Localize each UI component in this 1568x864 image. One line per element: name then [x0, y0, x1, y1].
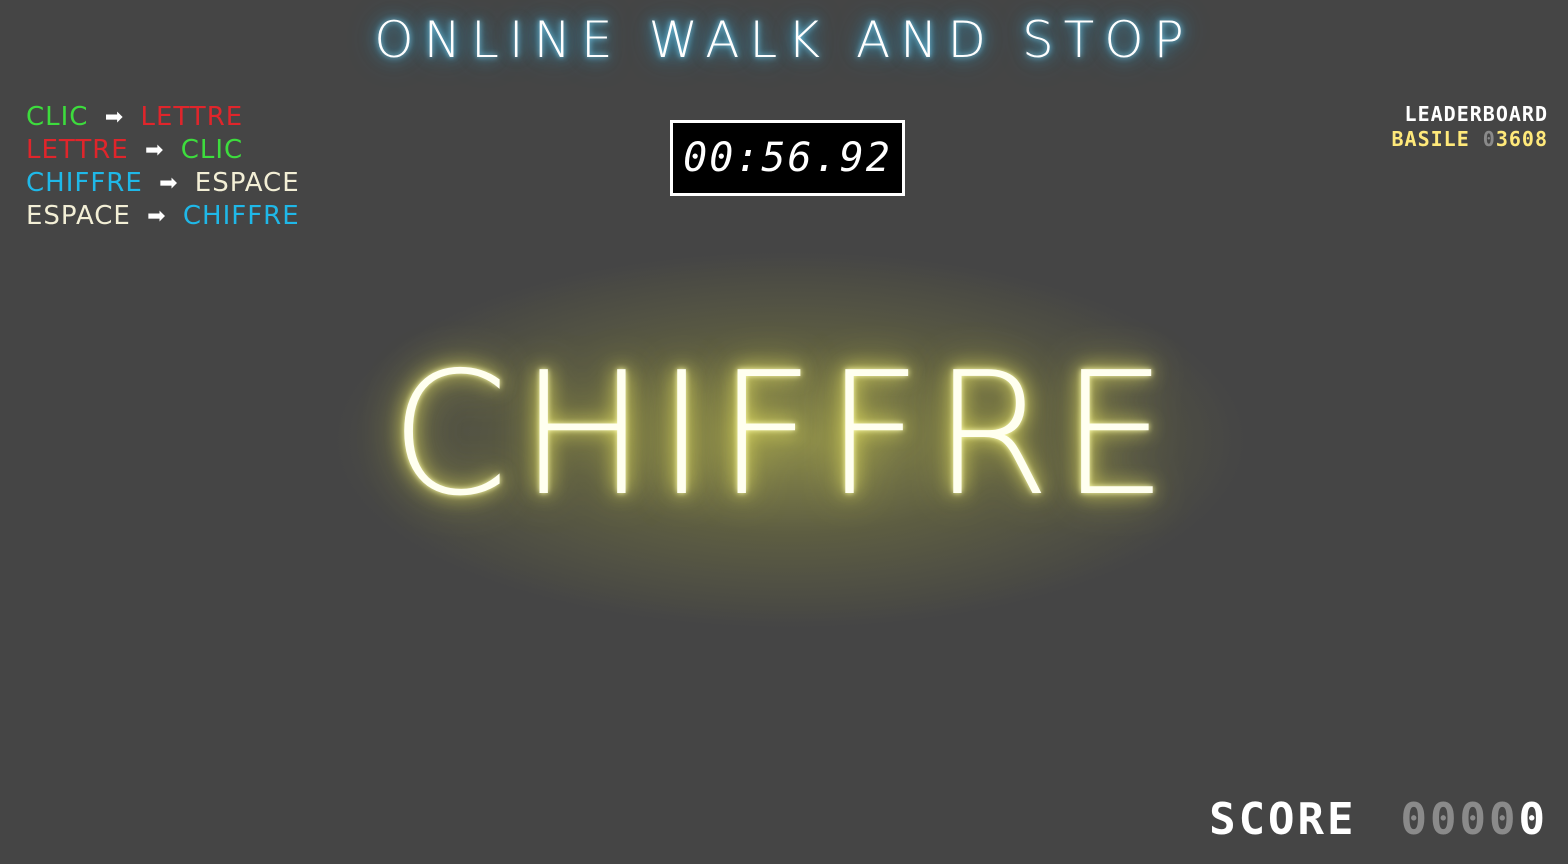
rule-row: CHIFFRE ➡ ESPACE	[26, 167, 300, 200]
leaderboard-score: 3608	[1495, 127, 1548, 151]
arrow-right-icon: ➡	[159, 171, 179, 196]
score-label: SCORE	[1209, 794, 1357, 845]
game-title: ONLINE WALK AND STOP	[374, 11, 1194, 69]
rule-to: CHIFFRE	[182, 201, 300, 231]
leaderboard-score-pad: 0	[1482, 127, 1496, 151]
rule-from: CLIC	[26, 102, 89, 132]
rule-from: ESPACE	[26, 201, 131, 231]
rule-to: CLIC	[180, 135, 244, 165]
rule-to: LETTRE	[140, 102, 244, 132]
score-display: SCORE 00000	[1209, 798, 1548, 842]
score-value: 0	[1518, 794, 1548, 845]
score-pad: 0000	[1400, 794, 1519, 845]
arrow-right-icon: ➡	[145, 138, 165, 163]
arrow-right-icon: ➡	[147, 204, 167, 229]
timer-value: 00:56.92	[683, 135, 892, 181]
arrow-right-icon: ➡	[104, 105, 125, 130]
rule-to: ESPACE	[194, 168, 300, 198]
rule-from: LETTRE	[26, 135, 129, 165]
leaderboard-title: LEADERBOARD	[1404, 102, 1548, 126]
rule-row: ESPACE ➡ CHIFFRE	[26, 200, 300, 233]
rule-from: CHIFFRE	[26, 168, 143, 198]
rule-row: CLIC ➡ LETTRE	[26, 101, 300, 134]
current-instruction[interactable]: CHIFFRE	[0, 325, 1568, 545]
leaderboard-name: BASILE	[1391, 127, 1470, 151]
timer-display: 00:56.92	[670, 120, 905, 196]
leaderboard-entry: BASILE 03608	[1391, 127, 1548, 152]
rule-row: LETTRE ➡ CLIC	[26, 134, 300, 167]
leaderboard: LEADERBOARD BASILE 03608	[1391, 102, 1548, 152]
rules-legend: CLIC ➡ LETTRE LETTRE ➡ CLIC CHIFFRE ➡ ESPACE E…	[26, 101, 300, 233]
